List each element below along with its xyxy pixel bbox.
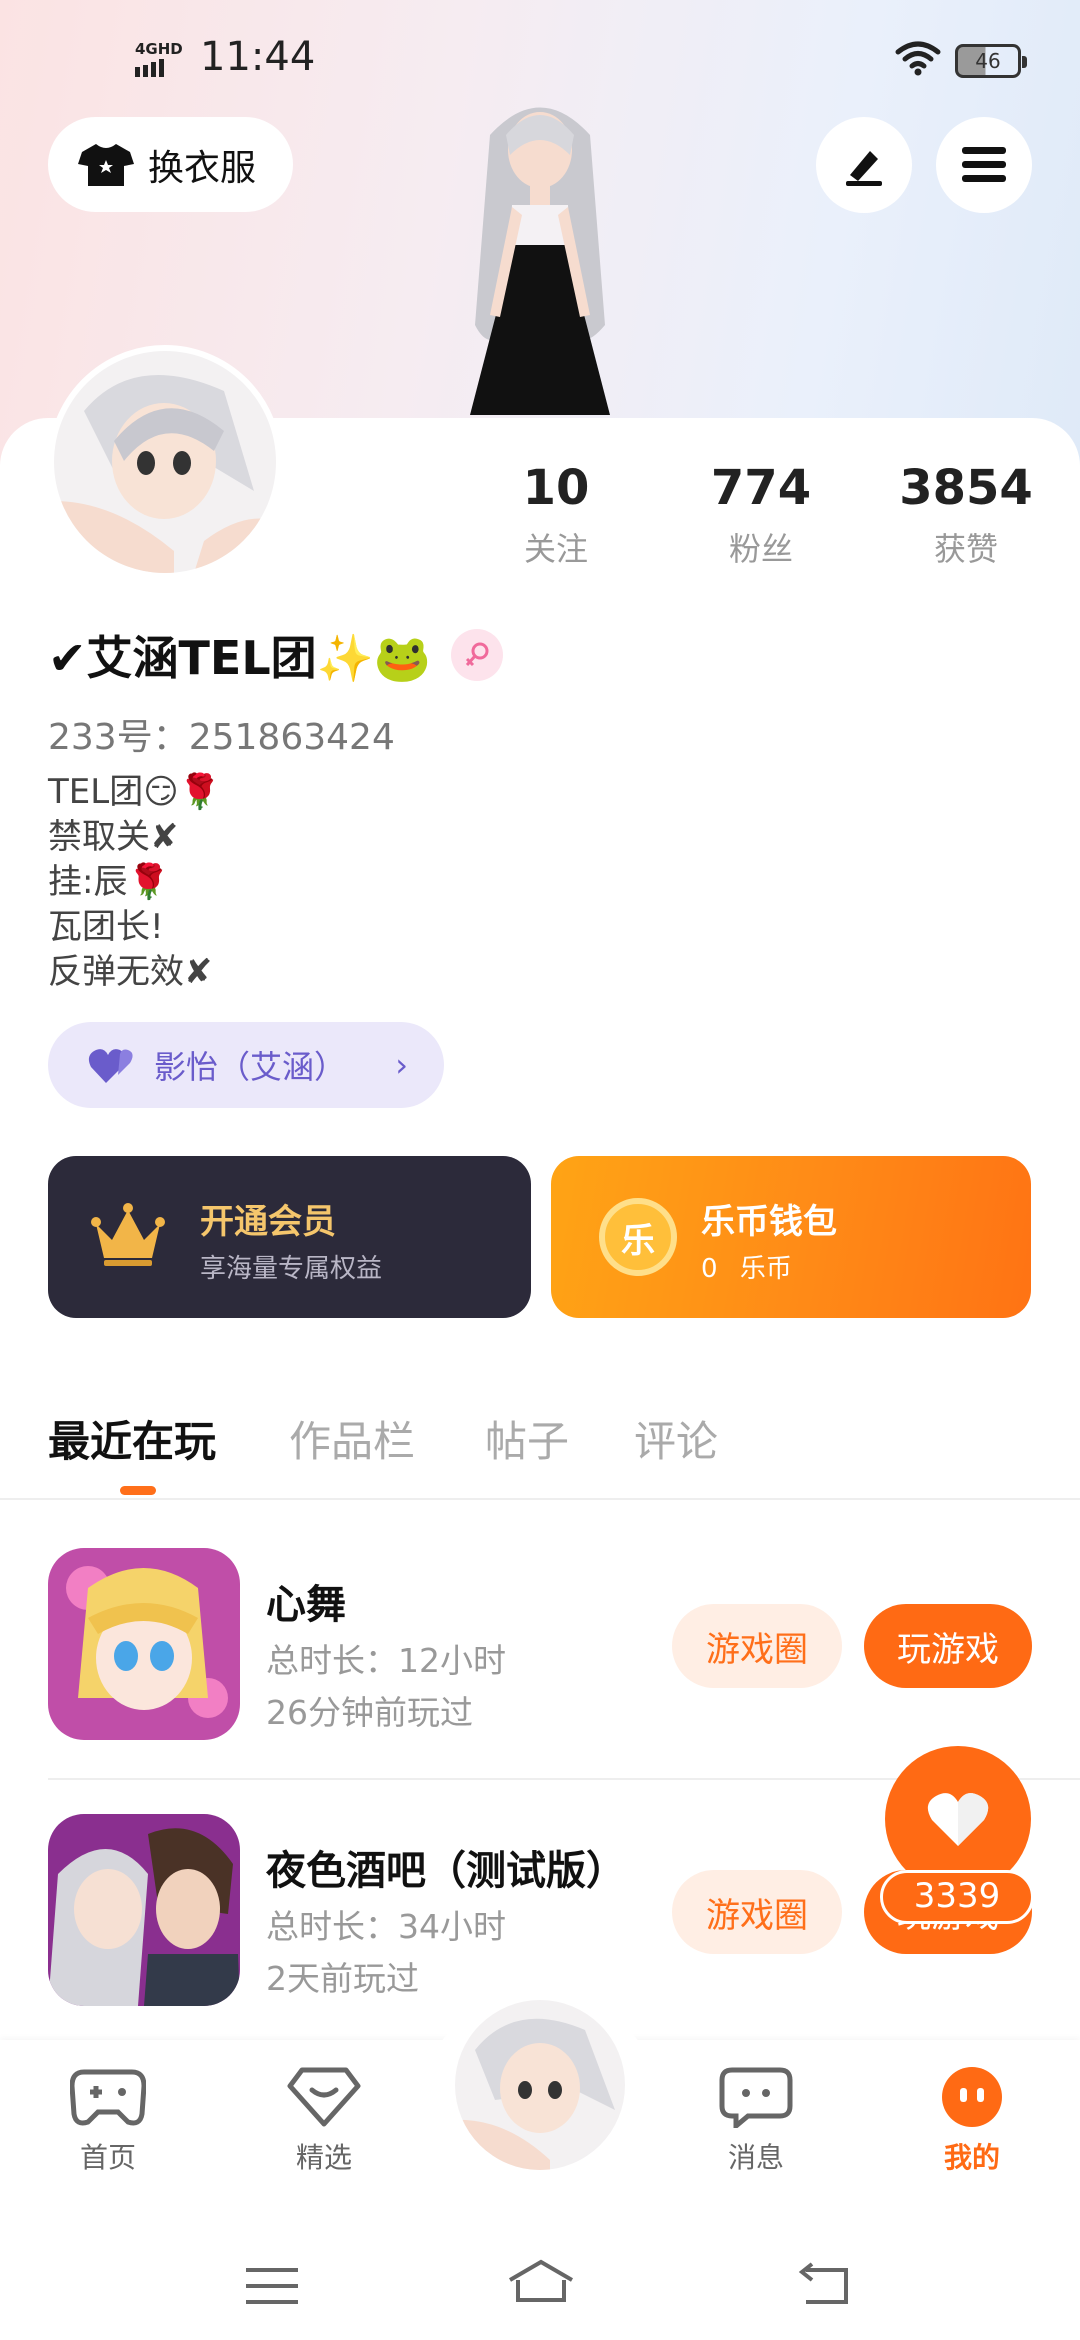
gamepad-icon xyxy=(69,2069,147,2126)
heart-icon xyxy=(927,1793,989,1846)
chevron-right-icon: › xyxy=(395,1046,408,1084)
tshirt-icon xyxy=(78,143,134,186)
game-name: 心舞 xyxy=(266,1582,346,1628)
system-navigation-bar xyxy=(0,2210,1080,2340)
nav-item-messages[interactable]: 消息 xyxy=(696,2066,816,2176)
stat-value: 774 xyxy=(710,460,812,516)
game-total-duration: 总时长：34小时 xyxy=(266,1907,506,1946)
like-count-badge: 3339 xyxy=(880,1870,1034,1924)
partner-link[interactable]: 影怡（艾涵） › xyxy=(48,1022,444,1108)
avatar-image xyxy=(54,351,276,573)
user-id: 233号：251863424 xyxy=(48,717,395,758)
stat-label: 获赞 xyxy=(933,530,998,568)
wallet-unit: 乐币 xyxy=(739,1254,792,1284)
bio-line: 反弹无效✘ xyxy=(48,952,213,992)
profile-name-row: ✔艾涵TEL团✨🐸 xyxy=(48,625,504,685)
stat-value: 3854 xyxy=(899,460,1033,516)
clock: 11:44 xyxy=(200,34,316,80)
game-circle-button[interactable]: 游戏圈 xyxy=(672,1604,842,1688)
profile-name: ✔艾涵TEL团✨🐸 xyxy=(48,631,432,685)
bio-line: 禁取关✘ xyxy=(48,817,179,857)
double-heart-icon xyxy=(88,1049,133,1083)
avatar-image xyxy=(455,2000,625,2170)
nav-item-me[interactable]: 我的 xyxy=(912,2066,1032,2176)
wifi-icon xyxy=(895,41,941,76)
coin-icon: 乐 xyxy=(599,1198,677,1276)
bio-line: 挂:辰🌹 xyxy=(48,862,170,902)
edit-button[interactable] xyxy=(816,117,912,213)
stat-following[interactable]: 10 关注 xyxy=(456,460,656,570)
game-list-item[interactable]: 心舞 总时长：12小时 26分钟前玩过 游戏圈 玩游戏 xyxy=(48,1548,1080,1778)
play-game-button[interactable]: 玩游戏 xyxy=(864,1604,1032,1688)
heart-diamond-icon xyxy=(287,2067,361,2127)
nav-label: 首页 xyxy=(79,2141,136,2174)
nav-item-featured[interactable]: 精选 xyxy=(264,2066,384,2176)
profile-face-icon xyxy=(942,2067,1002,2127)
tab-works[interactable]: 作品栏 xyxy=(289,1408,415,1469)
wallet-amount: 0 xyxy=(701,1254,718,1284)
network-indicator: 4GHD xyxy=(135,42,183,77)
game-total-duration: 总时长：12小时 xyxy=(266,1641,506,1680)
hamburger-menu-icon xyxy=(962,147,1006,182)
nav-label: 消息 xyxy=(727,2141,784,2174)
game-circle-button[interactable]: 游戏圈 xyxy=(672,1870,842,1954)
partner-label: 影怡（艾涵） xyxy=(154,1048,347,1086)
status-bar: 4GHD 11:44 46 xyxy=(0,30,1080,90)
female-gender-icon xyxy=(451,629,504,681)
nav-item-home[interactable]: 首页 xyxy=(48,2066,168,2176)
battery-indicator: 46 xyxy=(955,44,1027,78)
tab-comments[interactable]: 评论 xyxy=(634,1408,718,1469)
game-icon-image xyxy=(48,1814,240,2006)
bio-line: TEL团😏🌹 xyxy=(48,772,221,812)
tab-recent-played[interactable]: 最近在玩 xyxy=(48,1408,216,1469)
stat-likes[interactable]: 3854 获赞 xyxy=(866,460,1066,570)
nav-label: 精选 xyxy=(295,2141,352,2174)
stat-value: 10 xyxy=(522,460,590,516)
bio-line: 瓦团长! xyxy=(48,907,164,947)
profile-avatar[interactable] xyxy=(48,345,282,579)
tab-posts[interactable]: 帖子 xyxy=(485,1408,569,1469)
signal-icon xyxy=(135,59,164,77)
vip-subtitle: 享海量专属权益 xyxy=(200,1254,383,1284)
wallet-title: 乐币钱包 xyxy=(701,1202,837,1242)
coin-wallet-card[interactable]: 乐 乐币钱包 0 乐币 xyxy=(551,1156,1031,1318)
profile-bio: TEL团😏🌹 禁取关✘ 挂:辰🌹 瓦团长! 反弹无效✘ xyxy=(48,770,221,995)
home-icon[interactable] xyxy=(506,2258,576,2304)
back-icon[interactable] xyxy=(796,2262,852,2306)
profile-tabs: 最近在玩 作品栏 帖子 评论 xyxy=(0,1398,1080,1500)
wallet-balance: 0 乐币 xyxy=(701,1248,792,1285)
vip-membership-card[interactable]: 开通会员 享海量专属权益 xyxy=(48,1156,531,1318)
vip-title: 开通会员 xyxy=(200,1202,336,1242)
chat-icon xyxy=(719,2067,793,2132)
tab-active-indicator xyxy=(120,1486,156,1495)
center-avatar-button[interactable] xyxy=(455,2000,625,2170)
recent-apps-icon[interactable] xyxy=(246,2266,298,2306)
menu-button[interactable] xyxy=(936,117,1032,213)
game-icon-image xyxy=(48,1548,240,1740)
game-name: 夜色酒吧（测试版） xyxy=(266,1848,626,1894)
game-last-played: 2天前玩过 xyxy=(266,1959,419,1998)
nav-label: 我的 xyxy=(943,2141,1000,2174)
stat-label: 粉丝 xyxy=(728,530,793,568)
pencil-icon xyxy=(846,151,882,186)
stat-label: 关注 xyxy=(523,530,588,568)
game-last-played: 26分钟前玩过 xyxy=(266,1693,473,1732)
stat-followers[interactable]: 774 粉丝 xyxy=(661,460,861,570)
crown-icon xyxy=(91,1203,165,1266)
avatar-character-image[interactable] xyxy=(430,95,650,420)
change-outfit-button[interactable]: 换衣服 xyxy=(48,117,293,212)
